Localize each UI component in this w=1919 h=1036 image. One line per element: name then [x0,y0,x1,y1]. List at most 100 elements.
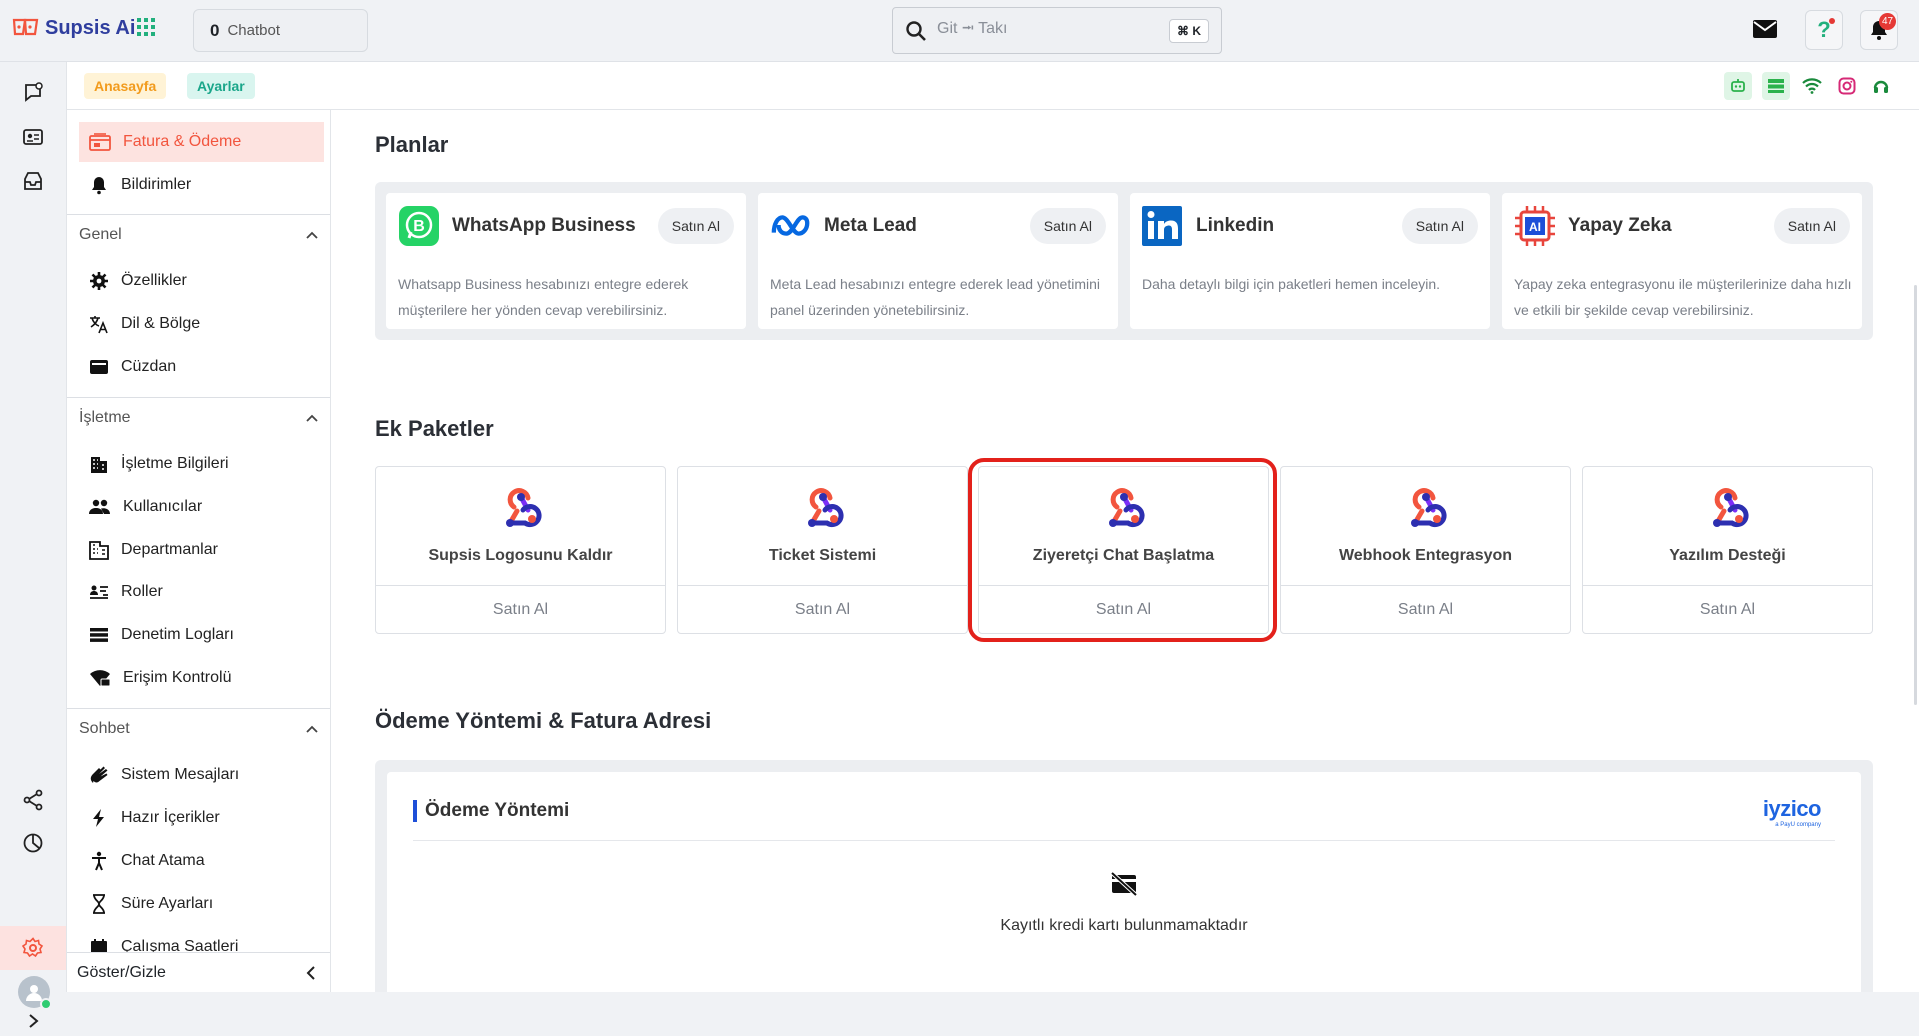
packages-title: Ek Paketler [375,416,494,441]
sidebar-item-features[interactable]: Özellikler [79,261,324,301]
plan-name: WhatsApp Business [452,215,636,236]
search-input[interactable]: Git ⭲ Takı [937,17,1007,44]
ai-chip-icon: AI [1514,205,1556,247]
section-title: Sohbet [79,719,130,737]
section-chat[interactable]: Sohbet [67,708,330,748]
user-avatar[interactable] [18,976,52,1010]
package-name: Webhook Entegrasyon [1338,547,1513,564]
apps-grid-icon[interactable] [137,18,155,36]
reports-icon[interactable] [18,828,48,858]
chevron-up-icon [306,231,318,239]
sidebar-item-roles[interactable]: Roller [79,572,324,612]
sidebar-item-label: Hazır İçerikler [121,809,220,826]
inbox-icon[interactable] [18,166,48,196]
package-card: Ticket Sistemi Satın Al [677,466,968,634]
package-card: Yazılım Desteği Satın Al [1582,466,1873,634]
chat-icon[interactable] [18,78,48,108]
support-icon[interactable] [1867,72,1895,100]
package-name: Ticket Sistemi [768,547,877,564]
sidebar-item-users[interactable]: Kullanıcılar [79,487,324,527]
toggle-sidebar[interactable]: Göster/Gizle [67,952,330,992]
settings-sidebar: Fatura & Ödeme Bildirimler Genel Özellik… [66,110,331,992]
webhook-icon [1404,485,1448,529]
buy-package-button[interactable]: Satın Al [678,585,967,633]
chevron-up-icon [306,725,318,733]
chatbot-selector[interactable]: 0 Chatbot [193,9,368,52]
app-name: Supsis Ai [45,16,136,39]
plan-name: Meta Lead [824,215,917,236]
wifi-icon[interactable] [1798,72,1826,100]
sidebar-item-time-settings[interactable]: Süre Ayarları [79,884,324,924]
sidebar-item-access-control[interactable]: Erişim Kontrolü [79,658,324,698]
sidebar-item-label: Bildirimler [121,176,192,193]
sidebar-item-chat-assignment[interactable]: Chat Atama [79,841,324,881]
sidebar-item-label: Cüzdan [121,358,177,375]
buy-meta-lead-button[interactable]: Satın Al [1029,208,1106,244]
notification-badge: 47 [1879,13,1896,30]
sidebar-item-system-messages[interactable]: Sistem Mesajları [79,755,324,795]
buy-whatsapp-button[interactable]: Satın Al [657,208,734,244]
building-icon [89,454,109,474]
list-icon[interactable] [1762,72,1790,100]
payment-section-title: Ödeme Yöntemi & Fatura Adresi [375,708,712,733]
sidebar-item-audit-logs[interactable]: Denetim Logları [79,615,324,655]
contacts-icon[interactable] [18,122,48,152]
buy-linkedin-button[interactable]: Satın Al [1401,208,1478,244]
sidebar-item-notifications[interactable]: Bildirimler [79,165,324,205]
top-bar: Supsis Ai 0 Chatbot Git ⭲ Takı ⌘ K ? 47 [0,0,1919,62]
share-icon[interactable] [18,785,48,815]
package-name: Yazılım Desteği [1669,547,1786,564]
wallet-icon [89,358,109,376]
search-shortcut: ⌘ K [1169,19,1209,43]
sidebar-item-ready-content[interactable]: Hazır İçerikler [79,798,324,838]
sidebar-item-label: Fatura & Ödeme [123,133,242,150]
credit-card-off-icon [1110,872,1138,896]
chevron-up-icon [306,414,318,422]
buy-package-button[interactable]: Satın Al [1281,585,1570,633]
sidebar-item-label: Süre Ayarları [121,895,214,912]
sidebar-item-billing[interactable]: Fatura & Ödeme [79,122,324,162]
sidebar-item-departments[interactable]: Departmanlar [79,530,324,570]
app-logo[interactable]: Supsis Ai [11,16,135,40]
breadcrumb-settings[interactable]: Ayarlar [187,73,255,99]
breadcrumb-home[interactable]: Anasayfa [84,73,167,99]
scrollbar[interactable] [1914,285,1917,705]
settings-icon[interactable] [18,933,48,963]
webhook-icon [1706,485,1750,529]
notifications-button[interactable]: 47 [1860,10,1898,50]
provider-tagline: a PayU company [1775,822,1821,828]
sidebar-item-wallet[interactable]: Cüzdan [79,347,324,387]
roles-icon [89,584,109,600]
logo-icon [11,16,41,40]
help-button[interactable]: ? [1805,10,1843,50]
logs-icon [89,627,109,643]
empty-state-text: Kayıtlı kredi kartı bulunmamaktadır [1000,917,1248,934]
search-box[interactable]: Git ⭲ Takı ⌘ K [892,7,1222,54]
package-card: Supsis Logosunu Kaldır Satın Al [375,466,666,634]
instagram-icon[interactable] [1833,72,1861,100]
section-business[interactable]: İşletme [67,397,330,437]
mail-icon[interactable] [1752,19,1778,39]
sidebar-item-language[interactable]: Dil & Bölge [79,304,324,344]
plan-card-ai: AI Yapay Zeka Satın Al Yapay zeka entegr… [1502,193,1862,329]
plan-card-whatsapp: B WhatsApp Business Satın Al Whatsapp Bu… [386,193,746,329]
iyzico-logo: iyzico a PayU company [1763,796,1822,828]
sidebar-item-label: Denetim Logları [121,626,234,643]
bot-icon[interactable] [1724,72,1752,100]
buy-package-button[interactable]: Satın Al [376,585,665,633]
plan-description: Yapay zeka entegrasyonu ile müşterilerin… [1514,276,1852,318]
expand-rail-icon[interactable] [18,1006,48,1036]
svg-text:B: B [413,218,425,235]
sidebar-item-label: Sistem Mesajları [121,766,240,783]
plan-description: Whatsapp Business hesabınızı entegre ede… [398,276,689,318]
billing-icon [89,132,111,152]
buy-package-button[interactable]: Satın Al [1583,585,1872,633]
linkedin-icon [1142,205,1184,247]
main-content: Planlar B WhatsApp Business Satın Al Wha… [331,110,1919,992]
payment-panel: Ödeme Yöntemi iyzico a PayU company Kayı… [375,760,1873,992]
buy-ai-button[interactable]: Satın Al [1773,208,1850,244]
sidebar-item-business-info[interactable]: İşletme Bilgileri [79,444,324,484]
bolt-icon [89,808,109,828]
section-general[interactable]: Genel [67,214,330,254]
sidebar-item-label: Dil & Bölge [121,315,201,332]
